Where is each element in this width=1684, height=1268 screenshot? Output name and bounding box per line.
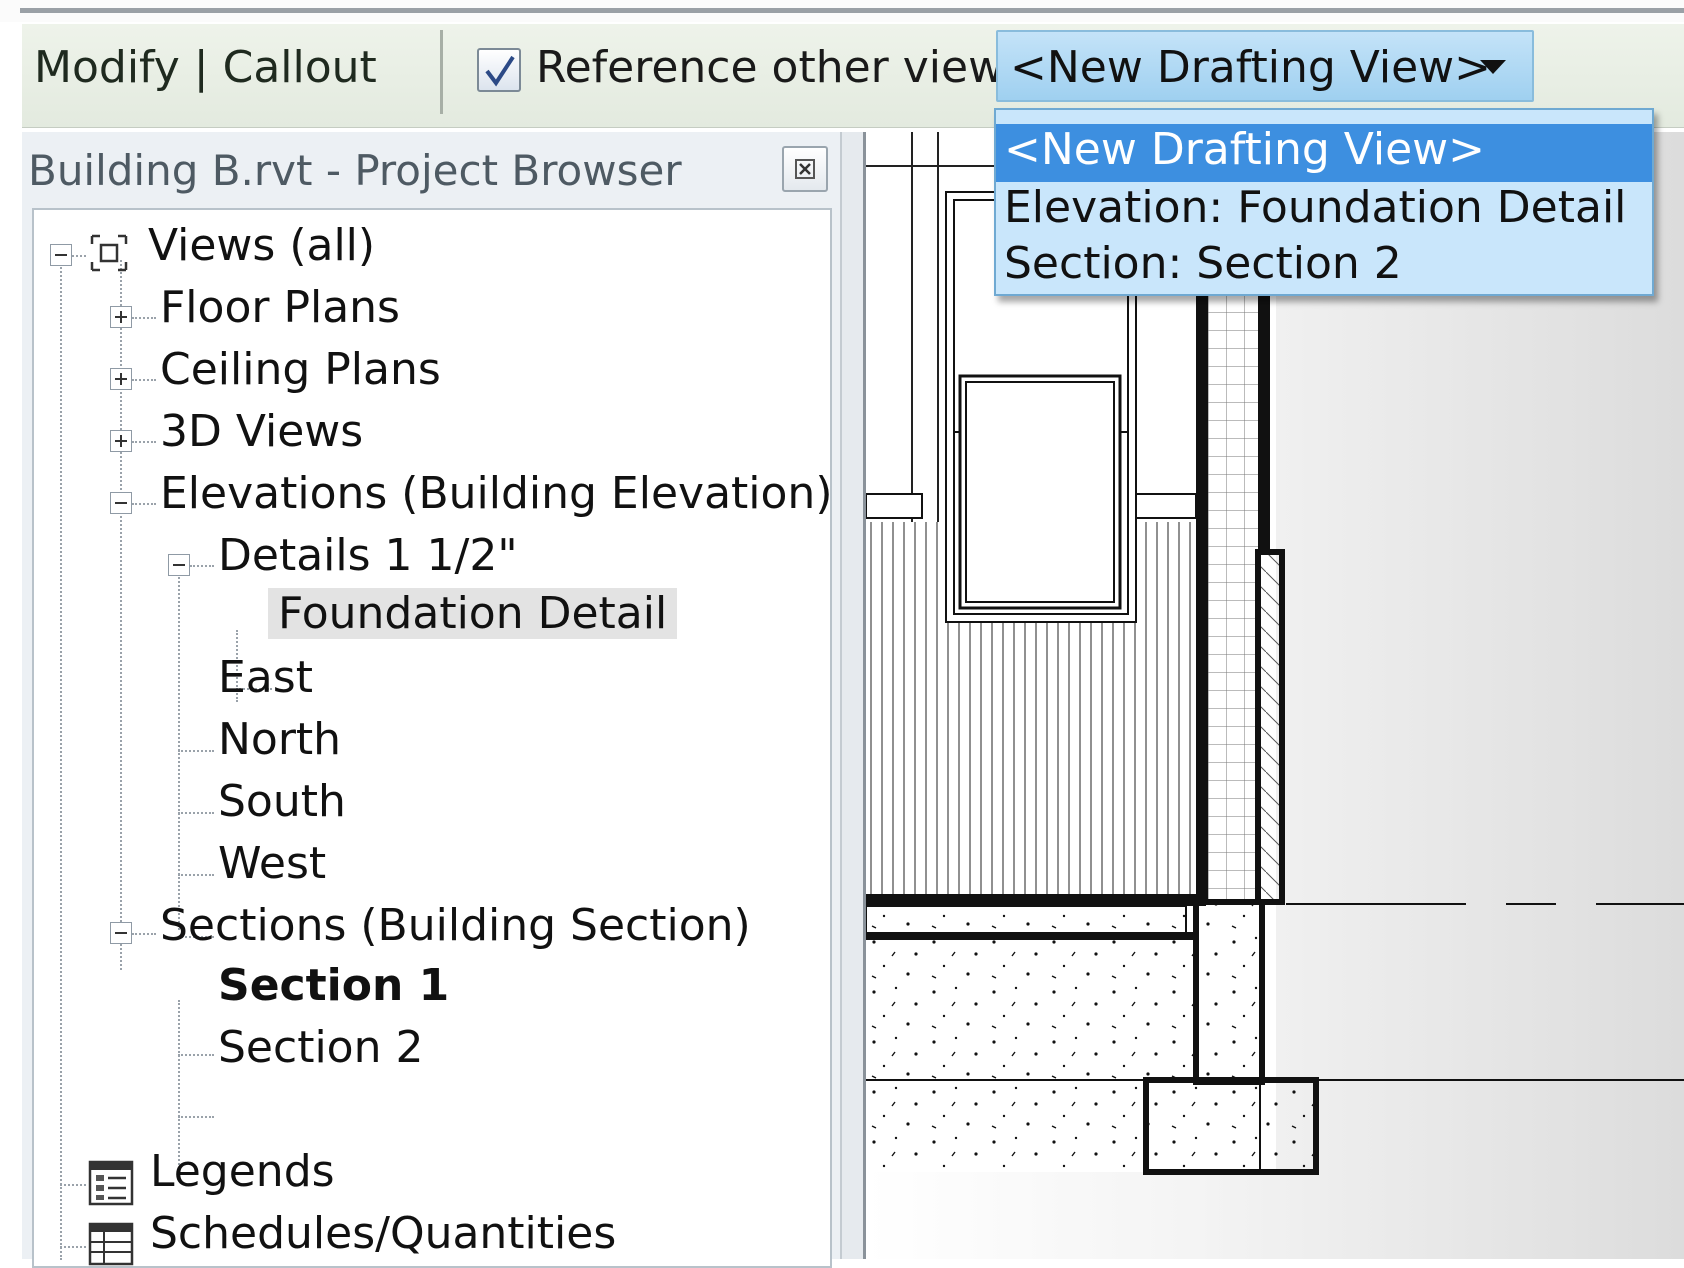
tree-node-section-2[interactable]: Section 2: [218, 1022, 423, 1073]
tree-connector: [132, 379, 156, 381]
tree-connector: [132, 503, 156, 505]
bar-separator: [440, 30, 443, 114]
tree-node-section-1[interactable]: Section 1: [218, 960, 449, 1011]
context-title: Modify | Callout: [34, 42, 377, 93]
detail-drawing: [866, 132, 1684, 1175]
close-icon: [795, 159, 815, 179]
tree-node-west[interactable]: West: [218, 838, 326, 889]
legends-icon: [88, 1160, 134, 1206]
tree-connector: [60, 260, 62, 1260]
tree-node-views-all[interactable]: Views (all): [148, 220, 375, 271]
dropdown-option-elevation-foundation-detail[interactable]: Elevation: Foundation Detail: [996, 182, 1652, 240]
toggle-views-all[interactable]: [50, 244, 72, 266]
tree-node-elevations[interactable]: Elevations (Building Elevation): [160, 468, 830, 519]
project-browser: Building B.rvt - Project Browser Views (…: [22, 132, 840, 1268]
toggle-ceiling-plans[interactable]: [110, 368, 132, 390]
toggle-elevations[interactable]: [110, 492, 132, 514]
toggle-sections[interactable]: [110, 922, 132, 944]
tree-node-foundation-detail[interactable]: Foundation Detail: [268, 588, 678, 639]
tree-connector: [72, 255, 86, 257]
reference-other-view-label: Reference other view:: [536, 42, 1017, 93]
toggle-floor-plans[interactable]: [110, 306, 132, 328]
close-browser-button[interactable]: [782, 146, 828, 192]
toggle-3d-views[interactable]: [110, 430, 132, 452]
chevron-down-icon[interactable]: [1480, 60, 1506, 74]
window-top-border: [0, 0, 1684, 22]
tree-node-ceiling-plans[interactable]: Ceiling Plans: [160, 344, 441, 395]
tree-node-details[interactable]: Details 1 1/2": [218, 530, 518, 581]
dropdown-option-new-drafting-view[interactable]: <New Drafting View>: [996, 124, 1652, 182]
tree-node-south[interactable]: South: [218, 776, 346, 827]
project-browser-title: Building B.rvt - Project Browser: [28, 146, 682, 195]
tree-node-schedules[interactable]: Schedules/Quantities: [150, 1208, 616, 1259]
dropdown-option-section-2[interactable]: Section: Section 2: [996, 238, 1652, 296]
tree-connector: [178, 812, 214, 814]
tree-connector: [178, 1054, 214, 1056]
tree-connector: [178, 874, 214, 876]
project-browser-tree: Views (all) Floor Plans Ceiling Plans 3D…: [32, 208, 832, 1268]
tree-node-east[interactable]: East: [218, 652, 313, 703]
drawing-canvas[interactable]: [866, 132, 1684, 1259]
views-icon: [90, 234, 128, 272]
tree-connector: [178, 750, 214, 752]
checkmark-icon: [485, 55, 515, 87]
reference-view-dropdown-list: <New Drafting View> Elevation: Foundatio…: [994, 108, 1654, 296]
tree-connector: [132, 441, 156, 443]
tree-node-legends[interactable]: Legends: [150, 1146, 335, 1197]
tree-node-sections[interactable]: Sections (Building Section): [160, 900, 751, 951]
tree-node-3d-views[interactable]: 3D Views: [160, 406, 363, 457]
schedules-icon: [88, 1222, 134, 1266]
tree-node-floor-plans[interactable]: Floor Plans: [160, 282, 400, 333]
tree-connector: [132, 933, 156, 935]
tree-connector: [120, 260, 122, 970]
reference-other-view-checkbox[interactable]: [477, 48, 521, 92]
toggle-details[interactable]: [168, 554, 190, 576]
tree-connector: [178, 1116, 214, 1118]
tree-connector: [190, 565, 214, 567]
reference-view-value: <New Drafting View>: [1010, 42, 1492, 93]
tree-connector: [60, 1246, 86, 1248]
tree-connector: [60, 1184, 86, 1186]
tree-node-north[interactable]: North: [218, 714, 341, 765]
browser-splitter[interactable]: [840, 132, 866, 1259]
reference-view-dropdown[interactable]: <New Drafting View>: [996, 30, 1534, 102]
tree-connector: [132, 317, 156, 319]
